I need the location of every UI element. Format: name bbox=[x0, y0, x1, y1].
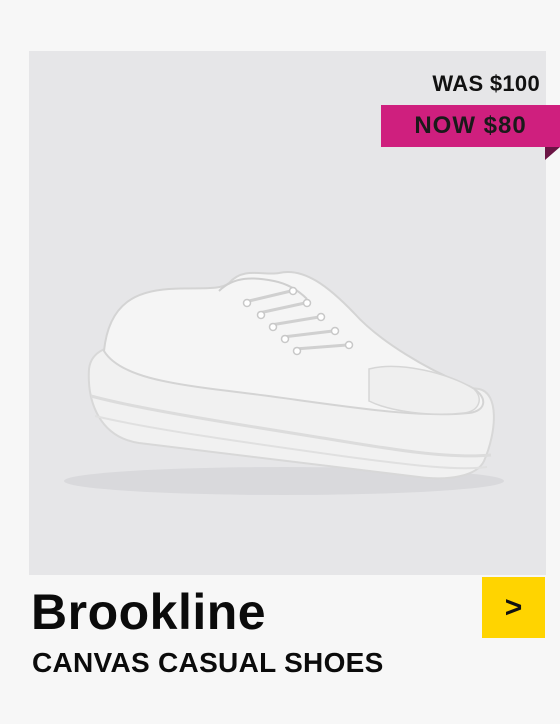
product-card[interactable]: WAS $100 NOW $80 Brookline CANVAS CASUAL… bbox=[0, 0, 560, 724]
product-name[interactable]: Brookline bbox=[31, 583, 266, 641]
product-category: CANVAS CASUAL SHOES bbox=[32, 647, 384, 678]
view-product-button[interactable]: > bbox=[482, 577, 545, 638]
was-price: WAS $100 bbox=[432, 71, 540, 96]
now-price: NOW $80 bbox=[414, 112, 527, 139]
badge-fold bbox=[545, 147, 560, 160]
chevron-right-icon: > bbox=[504, 590, 523, 624]
sale-price-badge: NOW $80 bbox=[381, 105, 560, 147]
